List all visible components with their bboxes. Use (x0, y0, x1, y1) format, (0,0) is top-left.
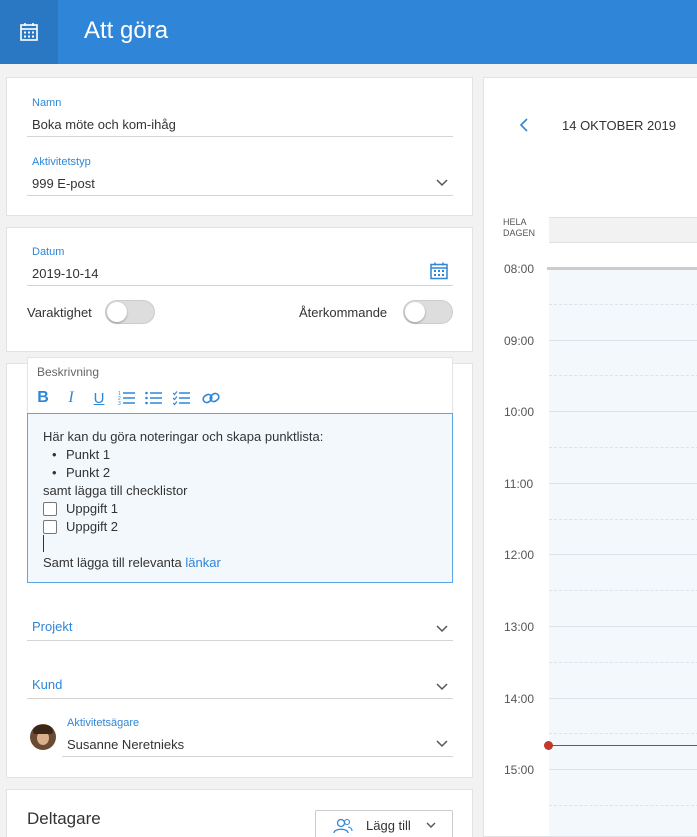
name-underline (27, 136, 453, 137)
activity-type-underline (27, 195, 453, 196)
hour-label: 13:00 (504, 620, 535, 634)
checklist-button[interactable] (172, 388, 192, 408)
chevron-down-icon[interactable] (436, 683, 448, 691)
half-hour-line (549, 733, 697, 735)
recurring-label: Återkommande (299, 305, 388, 320)
calendar-icon-button[interactable] (0, 0, 58, 64)
hour-label: 14:00 (504, 691, 535, 706)
half-hour-line (549, 590, 697, 592)
duration-label: Varaktighet (27, 305, 92, 320)
hour-label: 08:00 (504, 262, 535, 276)
name-label: Namn (32, 97, 62, 109)
customer-underline (27, 698, 453, 699)
links-line: Samt lägga till relevanta länkar (43, 555, 221, 570)
date-underline (27, 285, 453, 286)
day-column[interactable] (549, 267, 697, 836)
activity-type-label: Aktivitetstyp (32, 156, 91, 168)
italic-button[interactable]: I (61, 388, 81, 408)
date-field[interactable]: 2019-10-14 (32, 266, 99, 281)
text-cursor (43, 535, 44, 552)
ordered-list-icon: 1 2 3 (118, 391, 135, 406)
half-hour-line (549, 518, 697, 520)
hour-line (549, 554, 697, 556)
add-participant-label: Lägg till (366, 818, 411, 833)
checklist-icon (173, 391, 190, 406)
link-button[interactable] (201, 388, 221, 408)
hour-line (549, 626, 697, 627)
allday-row[interactable] (549, 217, 697, 243)
description-label: Beskrivning (37, 365, 100, 379)
calendar-icon (20, 23, 38, 41)
description-link[interactable]: länkar (185, 555, 220, 570)
half-hour-line (549, 375, 697, 377)
owner-label: Aktivitetsägare (67, 717, 140, 729)
italic-icon: I (68, 389, 74, 406)
underline-icon: U (93, 389, 105, 407)
hour-label: 10:00 (504, 405, 535, 420)
checkbox[interactable] (43, 520, 57, 534)
hour-line (549, 411, 697, 413)
hour-line (549, 339, 697, 341)
half-hour-line (549, 303, 697, 305)
bullet-list-icon (145, 391, 162, 405)
description-intro: Här kan du göra noteringar och skapa pun… (43, 429, 324, 444)
hour-label: 11:00 (504, 476, 534, 491)
hour-line (549, 769, 697, 771)
calendar-date: 14 OKTOBER 2019 (562, 118, 676, 133)
hour-label: 15:00 (504, 763, 535, 778)
app-header: Att göra (0, 0, 697, 64)
date-picker-icon[interactable] (430, 262, 448, 280)
allday-label: HELA DAGEN (503, 217, 536, 238)
current-time-line (549, 745, 697, 746)
project-select[interactable]: Projekt (32, 619, 72, 634)
description-editor: Beskrivning B I U 1 2 3 Här kan du göra … (27, 357, 453, 583)
chevron-down-icon[interactable] (436, 625, 448, 633)
svg-text:3: 3 (118, 401, 121, 406)
name-field[interactable]: Boka möte och kom-ihåg (32, 117, 176, 132)
customer-select[interactable]: Kund (32, 677, 62, 692)
calendar-panel: 14 OKTOBER 2019 HELA DAGEN 08:00 09:00 10:… (483, 77, 697, 837)
chevron-down-icon[interactable] (436, 179, 448, 187)
participants-title: Deltagare (27, 809, 101, 828)
hour-line (549, 697, 697, 699)
date-card (6, 227, 473, 352)
current-time-dot (544, 741, 553, 750)
activity-type-select[interactable]: 999 E-post (32, 176, 95, 191)
editor-toolbar: Beskrivning B I U 1 2 3 (27, 357, 453, 413)
checklist-intro: samt lägga till checklistor (43, 483, 188, 498)
chevron-down-icon[interactable] (436, 740, 448, 748)
half-hour-line (549, 805, 697, 806)
link-icon (202, 392, 220, 404)
half-hour-line (549, 661, 697, 663)
hour-label: 12:00 (504, 548, 535, 563)
ordered-list-button[interactable]: 1 2 3 (117, 388, 137, 408)
half-hour-line (549, 447, 697, 448)
hour-label: 09:00 (504, 333, 535, 348)
date-label: Datum (32, 246, 65, 258)
add-participant-button[interactable]: Lägg till (315, 810, 453, 837)
recurring-toggle[interactable] (403, 300, 453, 324)
add-user-icon (333, 818, 353, 834)
chevron-left-icon[interactable] (519, 118, 529, 132)
avatar (30, 724, 56, 750)
hour-line (549, 482, 697, 484)
page-title: Att göra (84, 17, 169, 44)
underline-button[interactable]: U (89, 388, 109, 408)
description-textarea[interactable]: Här kan du göra noteringar och skapa pun… (27, 413, 453, 583)
project-underline (27, 640, 453, 641)
owner-select[interactable]: Susanne Neretnieks (67, 737, 184, 752)
start-line (547, 267, 697, 270)
bullet-list-button[interactable] (144, 388, 164, 408)
chevron-down-icon (426, 822, 436, 828)
checkbox[interactable] (43, 502, 57, 516)
duration-toggle[interactable] (105, 300, 155, 324)
bold-button[interactable]: B (33, 388, 53, 408)
bold-icon: B (37, 389, 49, 406)
owner-underline (62, 756, 453, 757)
